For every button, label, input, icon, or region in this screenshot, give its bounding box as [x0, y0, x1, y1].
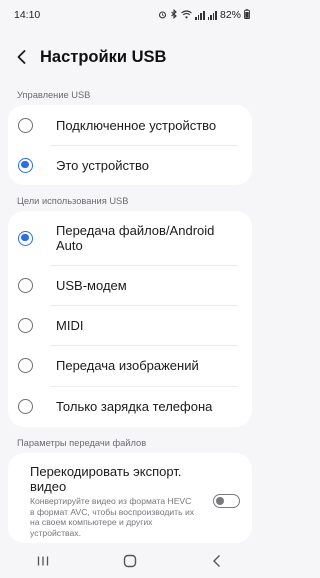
battery-icon	[244, 9, 250, 21]
status-bar: 14:10 82%	[0, 0, 260, 30]
file-transfer-card[interactable]: Перекодировать экспорт. видео Конвертиру…	[8, 453, 252, 543]
section-label-usb-purpose: Цели использования USB	[17, 196, 129, 206]
home-icon	[123, 554, 137, 568]
nav-back-button[interactable]	[202, 549, 232, 573]
page-title: Настройки USB	[40, 47, 167, 66]
option-label: Передача изображений	[56, 358, 199, 373]
bluetooth-icon	[170, 8, 178, 21]
transcode-description: Конвертируйте видео из формата HEVC в фо…	[30, 496, 195, 538]
status-time: 14:10	[14, 9, 41, 21]
radio-midi[interactable]	[18, 317, 33, 333]
section-label-usb-control: Управление USB	[17, 90, 91, 100]
transcode-title: Перекодировать экспорт. видео	[30, 464, 182, 494]
option-label: USB-модем	[56, 277, 127, 293]
usb-purpose-card: Передача файлов/Android Auto USB-модем M…	[8, 211, 252, 427]
back-icon	[212, 555, 220, 567]
option-image-transfer[interactable]: Передача изображений	[8, 345, 252, 386]
radio-usb-modem[interactable]	[18, 277, 33, 293]
radio-file-transfer[interactable]	[18, 230, 33, 246]
wifi-icon	[181, 9, 193, 21]
radio-image-transfer[interactable]	[18, 358, 33, 373]
signal-icon	[195, 10, 205, 20]
transcode-toggle[interactable]	[213, 494, 240, 508]
back-arrow-icon	[17, 50, 26, 64]
radio-charging-only[interactable]	[18, 399, 33, 414]
option-label: Это устройство	[56, 157, 149, 173]
battery-percent: 82%	[219, 9, 241, 21]
option-connected-device[interactable]: Подключенное устройство	[8, 105, 252, 145]
option-label: MIDI	[56, 317, 84, 333]
recent-apps-icon	[38, 556, 49, 566]
radio-this-device[interactable]	[18, 157, 33, 173]
section-label-file-transfer: Параметры передачи файлов	[17, 438, 147, 448]
option-midi[interactable]: MIDI	[8, 305, 252, 345]
recent-apps-button[interactable]	[28, 549, 58, 573]
option-label: Передача файлов/Android Auto	[56, 223, 215, 253]
option-label: Только зарядка телефона	[56, 399, 213, 414]
option-this-device[interactable]: Это устройство	[8, 145, 252, 185]
home-button[interactable]	[115, 549, 145, 573]
status-icons: 82%	[158, 8, 250, 21]
signal-icon	[207, 10, 217, 20]
option-usb-modem[interactable]: USB-модем	[8, 265, 252, 305]
usb-control-card: Подключенное устройство Это устройство	[8, 105, 252, 185]
app-header: Настройки USB	[0, 40, 260, 74]
back-button[interactable]	[10, 45, 34, 69]
radio-connected-device[interactable]	[18, 117, 33, 133]
navigation-bar	[0, 544, 260, 578]
option-file-transfer[interactable]: Передача файлов/Android Auto	[8, 211, 252, 265]
option-charging-only[interactable]: Только зарядка телефона	[8, 386, 252, 427]
option-label: Подключенное устройство	[56, 117, 217, 133]
alarm-icon	[158, 10, 167, 21]
